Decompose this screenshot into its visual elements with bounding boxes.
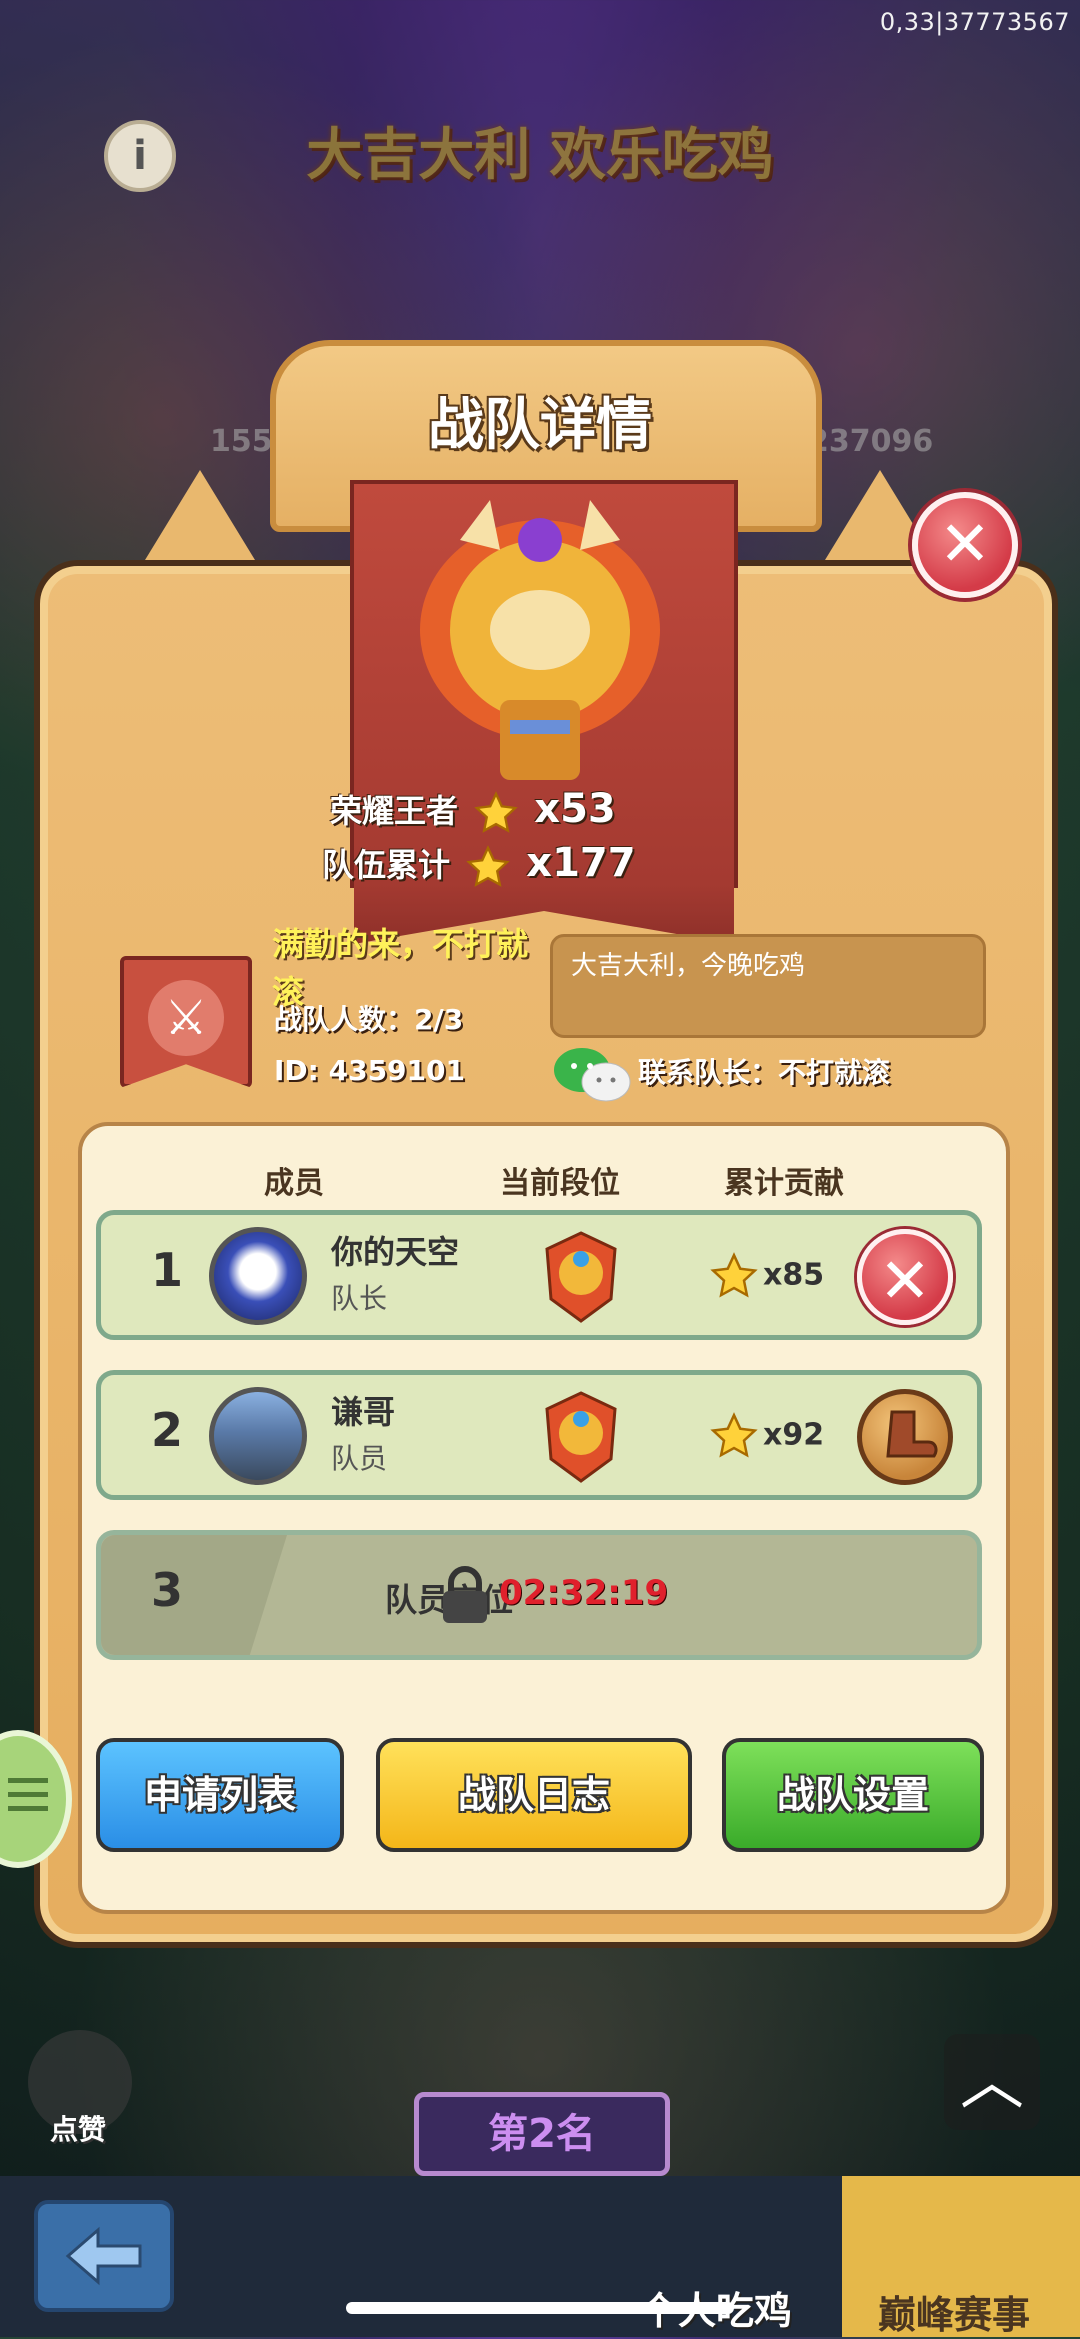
star-icon (474, 791, 518, 833)
member-stars: x92 (763, 1417, 825, 1453)
boot-icon (886, 1410, 938, 1458)
member-stars: x85 (763, 1257, 825, 1293)
column-contribution: 累计贡献 (724, 1166, 844, 1201)
panel-title: 战队详情 (428, 393, 652, 458)
team-settings-button[interactable]: 战队设置 (722, 1738, 984, 1852)
contact-captain-label: 联系队长：不打就滚 (638, 1056, 891, 1089)
member-name: 谦哥 (331, 1393, 396, 1431)
kick-boot-button[interactable] (857, 1389, 953, 1485)
apply-list-button[interactable]: 申请列表 (96, 1738, 344, 1852)
member-contribution: x92 (705, 1411, 824, 1461)
arrow-left-icon (65, 2226, 142, 2286)
team-id: ID: 4359101 (274, 1054, 465, 1087)
rank-badge-icon (545, 1391, 617, 1483)
total-label: 队伍累计 (322, 846, 451, 884)
remove-member-button[interactable]: ✕ (857, 1229, 953, 1325)
home-indicator[interactable] (346, 2302, 734, 2314)
star-icon (710, 1412, 758, 1458)
star-icon (466, 845, 510, 887)
like-label: 点赞 (50, 2113, 107, 2146)
member-role: 队员 (331, 1442, 388, 1475)
rank-plaque-label: 第2名 (488, 2111, 596, 2157)
member-name: 你的天空 (331, 1233, 460, 1271)
member-row[interactable]: 2 谦哥 队员 x92 (96, 1370, 982, 1500)
back-button[interactable] (34, 2200, 174, 2312)
slot-unlock-timer: 02:32:19 (499, 1573, 669, 1613)
slot-number: 3 (151, 1563, 184, 1617)
honor-label: 荣耀王者 (330, 792, 459, 830)
member-role: 队长 (331, 1282, 388, 1315)
team-motto: 大吉大利，今晚吃鸡 (550, 934, 986, 1038)
column-member: 成员 (264, 1166, 324, 1201)
honor-row: 荣耀王者 x53 (330, 786, 616, 836)
honor-value: x53 (534, 786, 616, 832)
total-value: x177 (526, 840, 636, 886)
team-member-count: 战队人数：2/3 (274, 1003, 464, 1036)
member-rank-number: 2 (151, 1403, 184, 1457)
dragon-crest-icon (420, 500, 660, 780)
total-row: 队伍累计 x177 (322, 840, 636, 890)
rank-badge-icon (545, 1231, 617, 1323)
close-dialog-button[interactable]: ✕ (912, 492, 1018, 598)
avatar[interactable] (209, 1227, 307, 1325)
tab-peak-tournament[interactable]: 巅峰赛事 (842, 2176, 1080, 2337)
rank-plaque: 第2名 (414, 2092, 670, 2176)
team-log-button[interactable]: 战队日志 (376, 1738, 692, 1852)
wechat-icon (554, 1048, 631, 1102)
lock-icon (443, 1566, 487, 1623)
chevron-up-icon[interactable]: ︿ (944, 2034, 1040, 2130)
debug-status-text: 0,33|37773567 (879, 8, 1070, 36)
member-row[interactable]: 1 你的天空 队长 x85 ✕ (96, 1210, 982, 1340)
slot-shade (101, 1535, 287, 1655)
tab-peak-label: 巅峰赛事 (878, 2293, 1031, 2337)
star-icon (710, 1252, 758, 1298)
locked-member-slot: 3 队员空位 02:32:19 (96, 1530, 982, 1660)
column-rank: 当前段位 (500, 1166, 620, 1201)
info-icon[interactable]: i (104, 120, 176, 192)
member-contribution: x85 (705, 1251, 824, 1301)
menu-icon (8, 1778, 48, 1783)
member-rank-number: 1 (151, 1243, 184, 1297)
avatar[interactable] (209, 1387, 307, 1485)
contact-captain[interactable]: 联系队长：不打就滚 (552, 1046, 890, 1102)
